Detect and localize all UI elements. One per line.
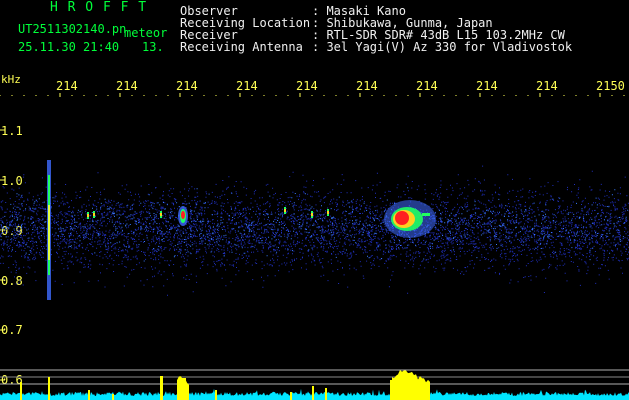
- level-spike: [290, 392, 292, 400]
- noise-field: [0, 165, 629, 296]
- level-burst: [392, 370, 430, 400]
- echo-core: [181, 211, 185, 219]
- level-spike: [325, 388, 327, 400]
- small-echo-core: [160, 213, 162, 216]
- meteor-echoes: [47, 160, 436, 300]
- small-echo-core: [87, 214, 89, 217]
- level-spike: [160, 376, 163, 400]
- large-echo-tail: [422, 213, 430, 216]
- small-echo-core: [284, 209, 286, 212]
- level-spike: [112, 394, 114, 400]
- level-noise-floor: [0, 388, 629, 400]
- level-spike: [20, 382, 22, 400]
- level-spike: [48, 377, 50, 400]
- noise-speckle-bright: [0, 187, 629, 262]
- spectrogram-plot: [0, 93, 629, 400]
- level-spike: [312, 386, 314, 400]
- noise-speckle: [0, 165, 629, 296]
- level-spike: [390, 380, 392, 400]
- small-echo-core: [311, 213, 313, 216]
- small-echo-core: [327, 211, 329, 214]
- signal-level-panel: [0, 369, 629, 400]
- level-spike: [215, 390, 217, 400]
- small-echo-core: [93, 213, 95, 216]
- large-echo-core: [395, 211, 409, 225]
- streak-echo-peak: [48, 205, 50, 260]
- level-spike: [88, 390, 90, 400]
